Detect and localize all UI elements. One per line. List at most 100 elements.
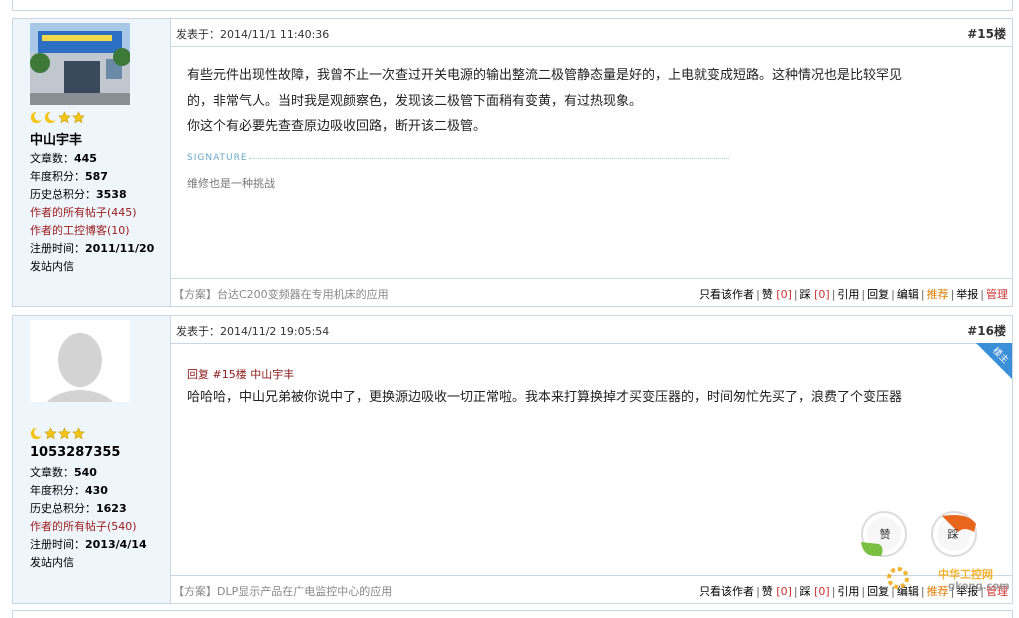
report-link[interactable]: 举报 <box>956 288 978 301</box>
post-16: 1053287355 文章数：540 年度积分：430 历史总积分：1623 作… <box>12 315 1013 604</box>
dislike-link[interactable]: 踩 <box>800 288 811 301</box>
stat-value: 2013/4/14 <box>85 538 147 551</box>
action-separator: | <box>756 288 760 301</box>
post-content: 有些元件出现性故障，我曾不止一次查过开关电源的输出整流二极管静态量是好的，上电就… <box>187 63 987 140</box>
stat-value: 430 <box>85 484 108 497</box>
stat-value: 587 <box>85 170 108 183</box>
author-all-posts-link[interactable]: 作者的所有帖子(540) <box>30 518 137 534</box>
post-body: 发表于：2014/11/1 11:40:36 #15楼 有些元件出现性故障，我曾… <box>171 19 1012 306</box>
like-label: 赞 <box>880 528 891 541</box>
quote-link[interactable]: 引用 <box>837 288 859 301</box>
content-line: 哈哈哈，中山兄弟被你说中了，更换源边吸收一切正常啦。我本来打算换掉才买变压器的，… <box>187 390 903 405</box>
thread-starter-badge: 楼主 <box>976 343 1012 379</box>
content-line: 有些元件出现性故障，我曾不止一次查过开关电源的输出整流二极管静态量是好的，上电就… <box>187 68 903 83</box>
author-name[interactable]: 中山宇丰 <box>30 129 82 148</box>
stat-value: 540 <box>74 466 97 479</box>
stat-total-points: 历史总积分：1623 <box>30 500 127 516</box>
post-time: 发表于：2014/11/2 19:05:54 <box>176 325 330 338</box>
action-separator: | <box>831 288 836 301</box>
author-sidebar: 1053287355 文章数：540 年度积分：430 历史总积分：1623 作… <box>13 316 171 603</box>
post-header: 发表于：2014/11/1 11:40:36 #15楼 <box>171 19 1012 47</box>
stat-value: 3538 <box>96 188 127 201</box>
action-separator: | <box>756 585 760 598</box>
only-author-link[interactable]: 只看该作者 <box>699 585 754 598</box>
signature-text: 维修也是一种挑战 <box>187 177 275 190</box>
edit-link[interactable]: 编辑 <box>897 288 919 301</box>
reply-link[interactable]: 回复 <box>867 288 889 301</box>
rank-stars <box>30 427 85 441</box>
content-line: 你这个有必要先查查原边吸收回路，断开该二极管。 <box>187 119 487 134</box>
plan-link[interactable]: 【方案】台达C200变频器在专用机床的应用 <box>173 286 389 302</box>
action-separator: | <box>920 585 925 598</box>
stat-year-points: 年度积分：587 <box>30 168 108 184</box>
recommend-link[interactable]: 推荐 <box>927 288 949 301</box>
stat-label: 注册时间： <box>30 538 85 551</box>
stat-label: 年度积分： <box>30 170 85 183</box>
manage-link[interactable]: 管理 <box>986 288 1008 301</box>
stat-value: 1623 <box>96 502 127 515</box>
stat-articles: 文章数：540 <box>30 464 97 480</box>
like-count: [0] <box>776 288 792 301</box>
action-separator: | <box>861 585 866 598</box>
signature-label: SIGNATURE <box>187 153 248 163</box>
stat-label: 注册时间： <box>30 242 85 255</box>
dislike-count: [0] <box>814 288 830 301</box>
post-footer: 【方案】台达C200变频器在专用机床的应用 只看该作者 | 赞 [0] | 踩 [0] |… <box>171 278 1012 306</box>
action-separator: | <box>793 585 798 598</box>
dislike-count: [0] <box>814 585 830 598</box>
stat-register: 注册时间：2011/11/20 <box>30 240 154 256</box>
only-author-link[interactable]: 只看该作者 <box>699 288 754 301</box>
float-like-button[interactable]: 赞 <box>857 510 909 562</box>
like-link[interactable]: 赞 <box>762 585 773 598</box>
star-icon <box>58 427 71 440</box>
star-icon <box>72 427 85 440</box>
stat-articles: 文章数：445 <box>30 150 97 166</box>
rank-stars <box>30 111 85 125</box>
stat-value: 2011/11/20 <box>85 242 155 255</box>
gear-icon <box>884 564 912 595</box>
action-separator: | <box>793 288 798 301</box>
moon-icon <box>30 111 43 124</box>
author-sidebar: 中山宇丰 文章数：445 年度积分：587 历史总积分：3538 作者的所有帖子… <box>13 19 171 306</box>
like-link[interactable]: 赞 <box>762 288 773 301</box>
author-all-posts-link[interactable]: 作者的所有帖子(445) <box>30 204 137 220</box>
floor-number[interactable]: #16楼 <box>967 322 1006 339</box>
content-line: 的，非常气人。当时我是观颜察色，发现该二极管下面稍有变黄，有过热现象。 <box>187 93 643 109</box>
floor-number[interactable]: #15楼 <box>967 25 1006 42</box>
avatar[interactable] <box>30 23 130 105</box>
send-message-link[interactable]: 发站内信 <box>30 554 74 570</box>
avatar[interactable] <box>30 320 130 402</box>
action-separator: | <box>950 288 955 301</box>
stat-value: 445 <box>74 152 97 165</box>
post-time: 发表于：2014/11/1 11:40:36 <box>176 28 330 41</box>
star-icon <box>44 427 57 440</box>
quote-link[interactable]: 引用 <box>837 585 859 598</box>
dislike-link[interactable]: 踩 <box>800 585 811 598</box>
action-separator: | <box>980 288 984 301</box>
star-icon <box>58 111 71 124</box>
watermark-url: gkong.com <box>948 581 1010 592</box>
post-body: 发表于：2014/11/2 19:05:54 #16楼 楼主 回复 #15楼 中… <box>171 316 1012 603</box>
float-dislike-button[interactable]: 踩 <box>928 510 980 562</box>
like-count: [0] <box>776 585 792 598</box>
dislike-label: 踩 <box>948 528 959 541</box>
signature-divider <box>249 158 729 159</box>
action-separator: | <box>920 288 925 301</box>
moon-icon <box>44 111 57 124</box>
stat-label: 年度积分： <box>30 484 85 497</box>
moon-icon <box>30 427 43 440</box>
action-separator: | <box>891 288 895 301</box>
watermark-brand: 中华工控网 <box>938 568 993 581</box>
stat-label: 文章数： <box>30 152 74 165</box>
send-message-link[interactable]: 发站内信 <box>30 258 74 274</box>
post-15: 中山宇丰 文章数：445 年度积分：587 历史总积分：3538 作者的所有帖子… <box>12 18 1013 307</box>
post-actions: 只看该作者 | 赞 [0] | 踩 [0] | 引用 | 回复 | 编辑 | 推荐 | 举报 | 管理 <box>699 286 1008 302</box>
author-name[interactable]: 1053287355 <box>30 445 120 460</box>
author-blog-link[interactable]: 作者的工控博客(10) <box>30 222 130 238</box>
recommend-link[interactable]: 推荐 <box>927 585 949 598</box>
stat-label: 历史总积分： <box>30 502 96 515</box>
stat-year-points: 年度积分：430 <box>30 482 108 498</box>
plan-link[interactable]: 【方案】DLP显示产品在广电监控中心的应用 <box>173 583 392 599</box>
stat-label: 历史总积分： <box>30 188 96 201</box>
reply-to-link[interactable]: 回复 #15楼 中山宇丰 <box>187 366 294 382</box>
